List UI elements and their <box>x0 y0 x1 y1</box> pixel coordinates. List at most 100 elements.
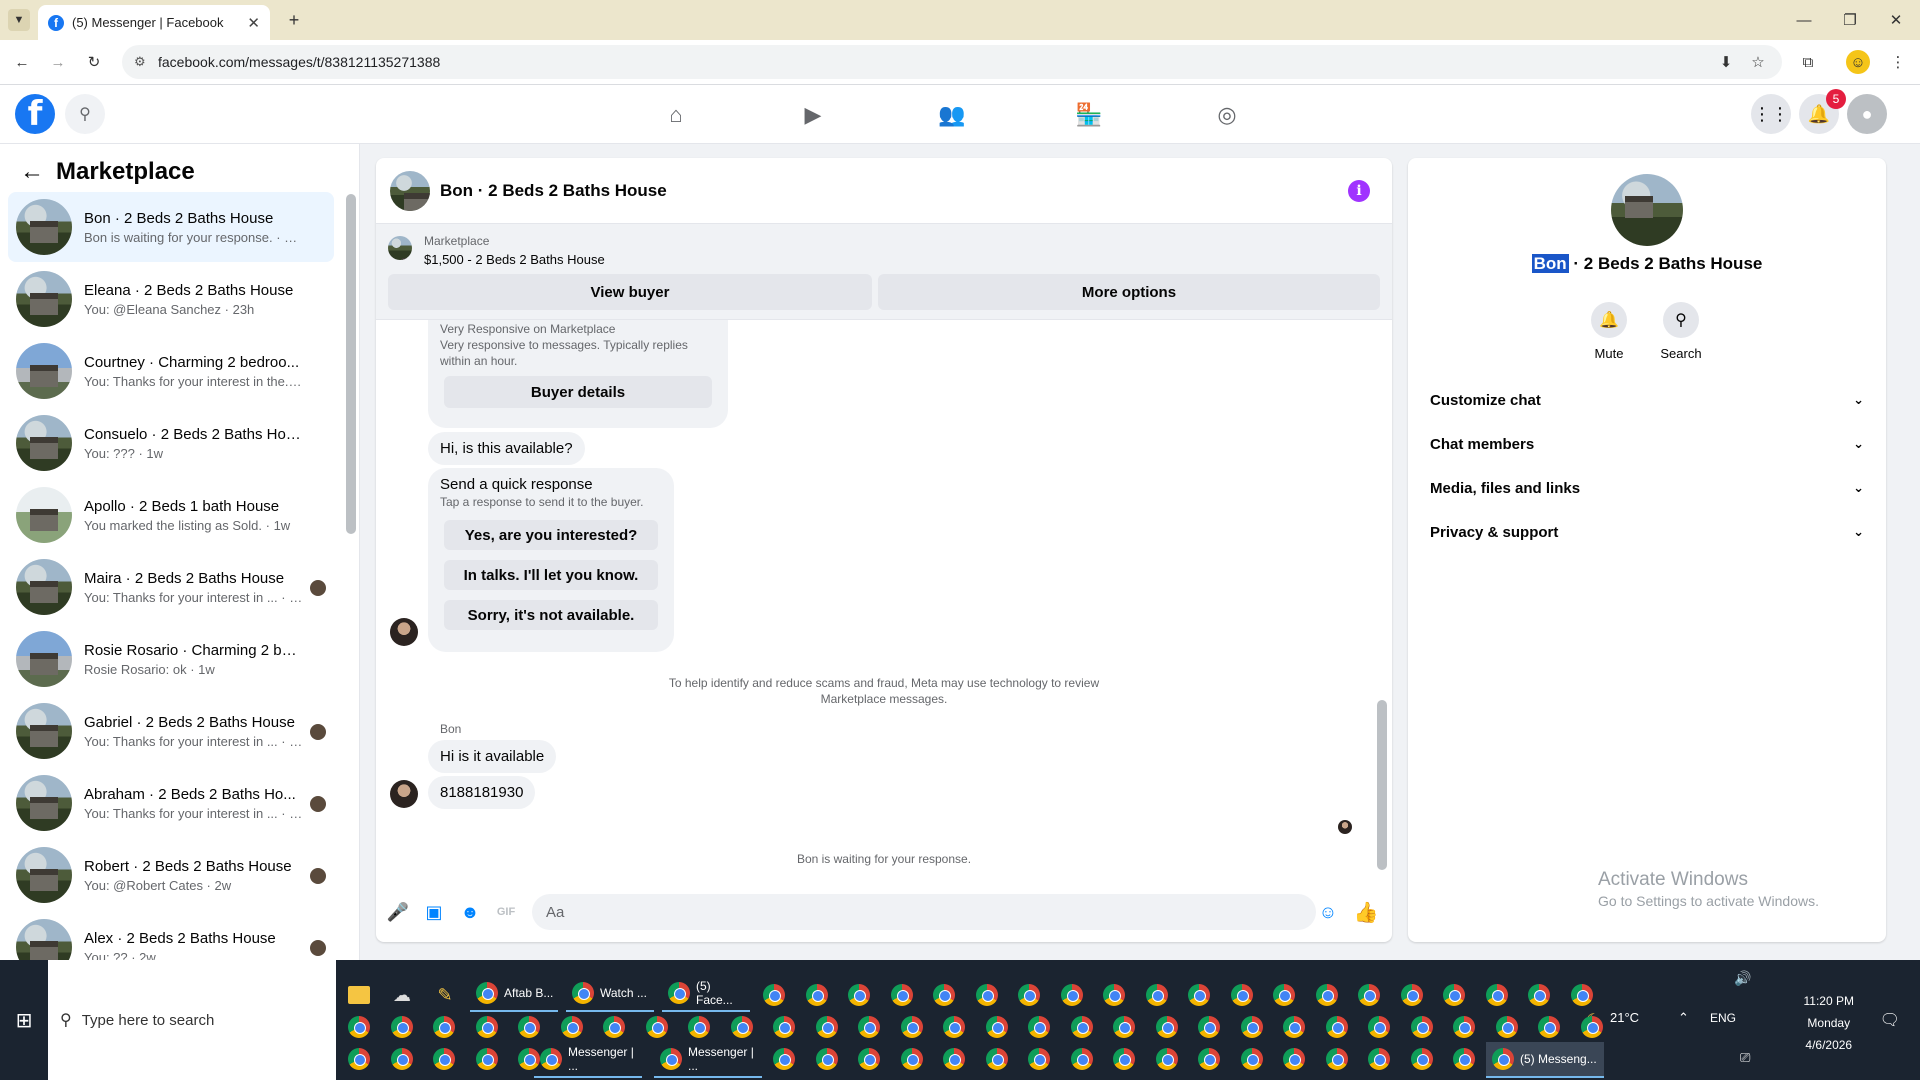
taskbar-chrome-icon[interactable] <box>1352 978 1386 1012</box>
facebook-logo-icon[interactable]: f <box>15 94 55 134</box>
taskbar-chrome-icon[interactable] <box>895 1042 929 1076</box>
volume-icon[interactable]: 🔊 <box>1734 970 1751 987</box>
taskbar-chrome-icon[interactable] <box>1150 1042 1184 1076</box>
quick-reply-yes-button[interactable]: Yes, are you interested? <box>444 520 658 550</box>
taskbar-chrome-icon[interactable] <box>1235 1010 1269 1044</box>
install-app-icon[interactable]: ⬇ <box>1714 50 1738 74</box>
taskbar-chrome-icon[interactable] <box>1532 1010 1566 1044</box>
microphone-icon[interactable]: 🎤 <box>386 900 410 924</box>
taskbar-chrome-icon[interactable] <box>842 978 876 1012</box>
browser-tab-messenger[interactable]: f (5) Messenger | Facebook ✕ <box>38 5 270 40</box>
quick-reply-in-talks-button[interactable]: In talks. I'll let you know. <box>444 560 658 590</box>
taskbar-chrome-icon[interactable] <box>1437 978 1471 1012</box>
chat-members-row[interactable]: Chat members ⌄ <box>1420 424 1874 464</box>
friends-icon[interactable]: 👥 <box>932 95 972 135</box>
taskbar-item-messenger-2[interactable]: Messenger | ... <box>654 1042 762 1078</box>
conversation-item[interactable]: Consuelo · 2 Beds 2 Baths House You: ??? … <box>8 408 334 478</box>
taskbar-chrome-icon[interactable] <box>852 1042 886 1076</box>
taskbar-chrome-icon[interactable] <box>927 978 961 1012</box>
taskbar-chrome-icon[interactable] <box>342 1042 376 1076</box>
taskbar-chrome-icon[interactable] <box>885 978 919 1012</box>
language-indicator[interactable]: ENG <box>1710 1011 1736 1025</box>
quick-reply-not-available-button[interactable]: Sorry, it's not available. <box>444 600 658 630</box>
taskbar-chrome-icon[interactable] <box>810 1042 844 1076</box>
taskbar-chrome-icon[interactable] <box>1522 978 1556 1012</box>
taskbar-chrome-icon[interactable] <box>427 1042 461 1076</box>
profile-icon[interactable]: ☺ <box>1846 50 1870 74</box>
taskbar-chrome-icon[interactable] <box>895 1010 929 1044</box>
taskbar-chrome-icon[interactable] <box>970 978 1004 1012</box>
taskbar-chrome-icon[interactable] <box>1150 1010 1184 1044</box>
taskbar-chrome-icon[interactable] <box>555 1010 589 1044</box>
taskbar-chrome-icon[interactable] <box>1320 1042 1354 1076</box>
taskbar-chrome-icon[interactable] <box>1395 978 1429 1012</box>
taskbar-chrome-icon[interactable] <box>937 1042 971 1076</box>
customize-chat-row[interactable]: Customize chat ⌄ <box>1420 380 1874 420</box>
conversation-avatar[interactable] <box>1611 174 1683 246</box>
taskbar-chrome-icon[interactable] <box>512 1042 546 1076</box>
taskbar-chrome-icon[interactable] <box>597 1010 631 1044</box>
taskbar-chrome-icon[interactable] <box>1107 1042 1141 1076</box>
info-icon[interactable]: i <box>1348 180 1370 202</box>
site-info-icon[interactable]: ⚙ <box>134 54 146 70</box>
chat-title[interactable]: Bon · 2 Beds 2 Baths House <box>440 181 667 201</box>
conversation-item[interactable]: Robert · 2 Beds 2 Baths House You: @Rober… <box>8 840 334 910</box>
taskbar-chrome-icon[interactable] <box>342 1010 376 1044</box>
taskbar-chrome-icon[interactable] <box>980 1042 1014 1076</box>
tab-search-icon[interactable]: ▼ <box>8 9 30 31</box>
conversation-item[interactable]: Eleana · 2 Beds 2 Baths House You: @Elean… <box>8 264 334 334</box>
page-scrollbar[interactable] <box>1906 144 1920 960</box>
taskbar-chrome-icon[interactable] <box>757 978 791 1012</box>
media-files-links-row[interactable]: Media, files and links ⌄ <box>1420 468 1874 508</box>
taskbar-chrome-icon[interactable] <box>1182 978 1216 1012</box>
window-close-icon[interactable]: ✕ <box>1884 8 1908 32</box>
conversation-item[interactable]: Maira · 2 Beds 2 Baths House You: Thanks … <box>8 552 334 622</box>
more-options-button[interactable]: More options <box>878 274 1380 310</box>
taskbar-chrome-icon[interactable] <box>1192 1010 1226 1044</box>
like-thumb-icon[interactable]: 👍 <box>1354 900 1379 924</box>
bell-icon[interactable]: 🔔 <box>1591 302 1627 338</box>
temperature[interactable]: 21°C <box>1610 1010 1639 1025</box>
sticker-icon[interactable]: ☻ <box>458 900 482 924</box>
taskbar-chrome-icon[interactable] <box>1480 978 1514 1012</box>
buyer-details-button[interactable]: Buyer details <box>444 376 712 408</box>
taskbar-chrome-icon[interactable] <box>1192 1042 1226 1076</box>
taskbar-search[interactable]: ⚲ Type here to search <box>48 960 336 1080</box>
message-input[interactable] <box>532 894 1316 930</box>
emoji-icon[interactable]: ☺ <box>1316 900 1340 924</box>
taskbar-chrome-icon[interactable] <box>1565 978 1599 1012</box>
bookmark-star-icon[interactable]: ☆ <box>1746 50 1770 74</box>
taskbar-chrome-icon[interactable] <box>1065 1042 1099 1076</box>
search-action[interactable]: ⚲ Search <box>1646 302 1716 361</box>
groups-icon[interactable]: ◎ <box>1207 95 1247 135</box>
taskbar-chrome-icon[interactable] <box>1405 1010 1439 1044</box>
tray-chevron-up-icon[interactable]: ⌃ <box>1678 1010 1689 1026</box>
conversation-item[interactable]: Bon · 2 Beds 2 Baths House Bon is waiting… <box>8 192 334 262</box>
home-icon[interactable]: ⌂ <box>656 95 696 135</box>
taskbar-chrome-icon[interactable] <box>767 1042 801 1076</box>
url-field[interactable]: ⚙ facebook.com/messages/t/83812113527138… <box>122 45 1782 79</box>
conversation-item[interactable]: Alex · 2 Beds 2 Baths House You: ?? · 2w <box>8 912 334 960</box>
view-buyer-button[interactable]: View buyer <box>388 274 872 310</box>
windows-start-icon[interactable]: ⊞ <box>0 960 48 1080</box>
list-scrollbar[interactable] <box>346 194 356 534</box>
taskbar-chrome-icon[interactable] <box>852 1010 886 1044</box>
back-icon[interactable]: ← <box>10 50 34 74</box>
thread-scrollbar-thumb[interactable] <box>1377 700 1387 870</box>
taskbar-chrome-icon[interactable] <box>385 1010 419 1044</box>
mute-action[interactable]: 🔔 Mute <box>1574 302 1644 361</box>
menu-grid-icon[interactable]: ⋮⋮ <box>1751 94 1791 134</box>
taskbar-chrome-icon[interactable] <box>1267 978 1301 1012</box>
video-icon[interactable]: ▶ <box>793 95 833 135</box>
reload-icon[interactable]: ↻ <box>82 50 106 74</box>
conversation-item[interactable]: Courtney · Charming 2 bedroo... You: Than… <box>8 336 334 406</box>
taskbar-chrome-icon[interactable] <box>1022 1010 1056 1044</box>
taskbar-chrome-icon[interactable] <box>427 1010 461 1044</box>
conversation-item[interactable]: Apollo · 2 Beds 1 bath House You marked t… <box>8 480 334 550</box>
taskbar-chrome-icon[interactable] <box>767 1010 801 1044</box>
taskbar-item-watch[interactable]: Watch ... <box>566 976 654 1012</box>
taskbar-chrome-icon[interactable] <box>1225 978 1259 1012</box>
taskbar-chrome-icon[interactable] <box>640 1010 674 1044</box>
taskbar-chrome-icon[interactable] <box>1277 1042 1311 1076</box>
taskbar-chrome-icon[interactable] <box>1490 1010 1524 1044</box>
